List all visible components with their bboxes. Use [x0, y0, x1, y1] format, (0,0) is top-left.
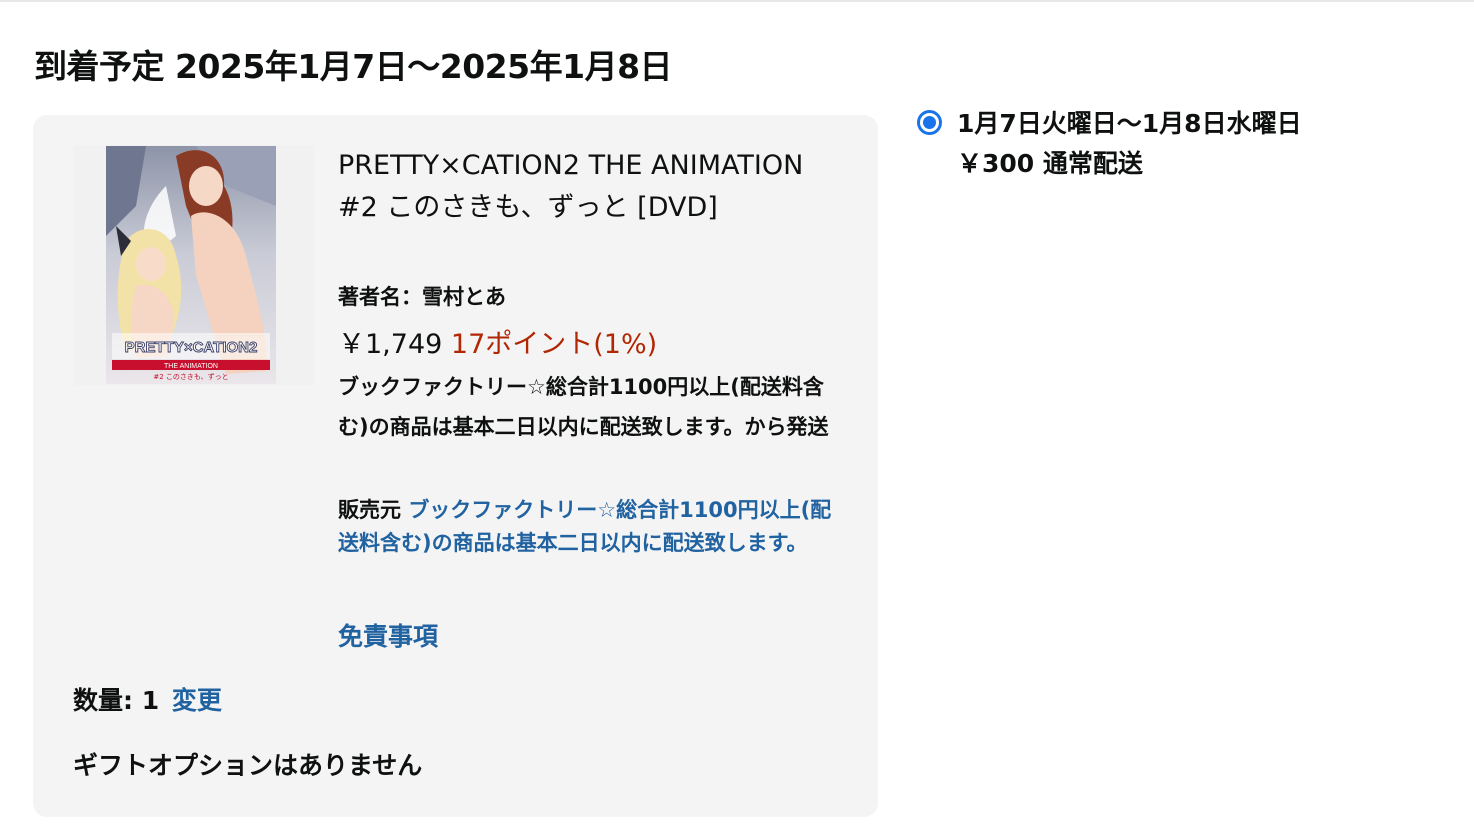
author-name: 著者名：雪村とあ — [338, 285, 506, 309]
quantity-change-link[interactable]: 変更 — [172, 686, 222, 715]
quantity-label: 数量: 1 — [73, 686, 160, 715]
delivery-date-heading: 到着予定 2025年1月7日〜2025年1月8日 — [34, 47, 673, 86]
gift-option-text: ギフトオプションはありません — [73, 751, 423, 780]
shipping-option-radio[interactable] — [917, 110, 942, 135]
top-divider — [0, 0, 1474, 2]
product-cover-image[interactable]: PRETTY×CATION2 THE ANIMATION #2 このさきも、ずっ… — [74, 145, 314, 385]
seller-info: 販売元 ブックファクトリー☆総合計1100円以上(配送料含む)の商品は基本二日以… — [338, 494, 843, 560]
shipping-option-price: ￥300 通常配送 — [957, 149, 1143, 178]
checkout-delivery-page: 到着予定 2025年1月7日〜2025年1月8日 PRETTY×CATION2 … — [0, 0, 1474, 833]
product-title[interactable]: PRETTY×CATION2 THE ANIMATION #2 このさきも、ずっ… — [338, 145, 848, 229]
seller-label: 販売元 — [338, 498, 401, 522]
cover-logo-text: PRETTY×CATION2 — [125, 339, 258, 356]
cover-art: PRETTY×CATION2 THE ANIMATION #2 このさきも、ずっ… — [106, 146, 276, 384]
cover-subtitle-text: THE ANIMATION — [164, 363, 218, 370]
ships-from-text: ブックファクトリー☆総合計1100円以上(配送料含む)の商品は基本二日以内に配送… — [338, 375, 829, 439]
points-earned: 17ポイント(1%) — [450, 329, 658, 360]
seller-link[interactable]: ブックファクトリー☆総合計1100円以上(配送料含む)の商品は基本二日以内に配送… — [338, 498, 831, 555]
price-line: ￥1,749 17ポイント(1%) — [338, 325, 657, 365]
shipping-option-dates: 1月7日火曜日〜1月8日水曜日 — [957, 109, 1302, 138]
quantity-row: 数量: 1 変更 — [73, 681, 222, 721]
cover-caption-text: #2 このさきも、ずっと — [153, 372, 228, 381]
price: ￥1,749 — [338, 329, 443, 360]
disclaimer-link[interactable]: 免責事項 — [338, 617, 438, 657]
